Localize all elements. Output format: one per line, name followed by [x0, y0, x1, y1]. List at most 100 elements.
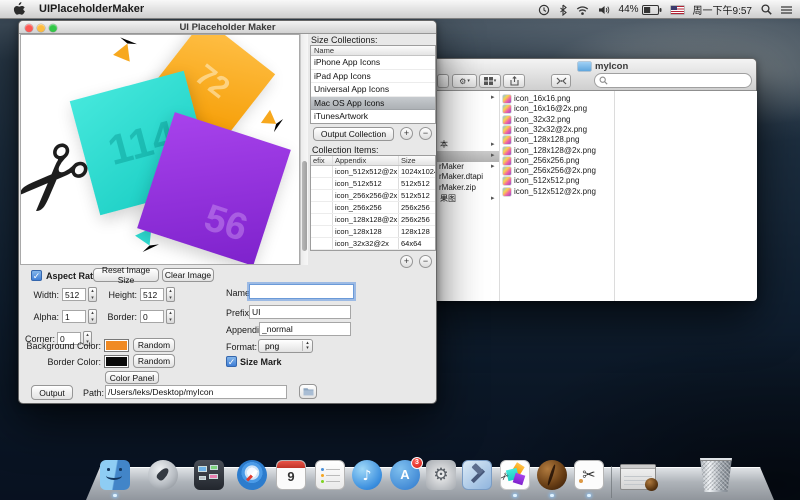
width-field[interactable] [62, 288, 86, 301]
running-indicator [587, 494, 591, 497]
collection-item-row[interactable]: icon_32x32@2x64x64 [311, 238, 435, 250]
file-row[interactable]: icon_512x512.png [502, 176, 614, 186]
action-gear-button[interactable]: ⚙▾ [452, 74, 477, 88]
size-collections-column-header[interactable]: Name [311, 46, 435, 56]
file-row[interactable]: icon_16x16.png [502, 94, 614, 104]
file-row[interactable]: icon_32x32@2x.png [502, 125, 614, 135]
collection-item-row[interactable]: icon_512x512@2x1024x1024 [311, 166, 435, 178]
size-collection-item[interactable]: iPad App Icons [311, 70, 435, 84]
add-collection-button[interactable]: + [400, 127, 413, 140]
background-color-well[interactable] [104, 339, 129, 352]
file-row[interactable]: icon_128x128@2x.png [502, 146, 614, 156]
toolbar-partial-button[interactable] [437, 74, 449, 88]
border-random-button[interactable]: Random [133, 354, 175, 368]
dock-minimized-window[interactable] [620, 464, 656, 490]
spotlight-icon[interactable] [761, 4, 772, 15]
choose-folder-button[interactable] [299, 384, 317, 399]
output-button[interactable]: Output [31, 385, 73, 400]
dock-mission-control-icon[interactable] [194, 460, 224, 490]
prefix-field[interactable] [249, 305, 351, 319]
battery-indicator[interactable]: 44% [619, 4, 662, 15]
menu-clock[interactable]: 周一下午9:57 [693, 2, 752, 17]
dock-trash-icon[interactable] [700, 458, 732, 492]
file-row[interactable]: icon_16x16@2x.png [502, 104, 614, 114]
dock-calendar-icon[interactable]: 9 [276, 460, 306, 490]
input-language-flag-icon[interactable] [671, 6, 684, 14]
minimize-button[interactable] [37, 24, 45, 32]
apple-menu-icon[interactable] [13, 2, 25, 16]
dock-itunes-icon[interactable]: ♪ [352, 460, 382, 490]
remove-item-button[interactable]: − [419, 255, 432, 268]
size-collection-item[interactable]: iPhone App Icons [311, 56, 435, 70]
alpha-stepper[interactable]: ▴▾ [88, 309, 97, 324]
time-machine-icon[interactable] [538, 4, 550, 16]
zoom-button[interactable] [49, 24, 57, 32]
remove-collection-button[interactable]: − [419, 127, 432, 140]
scrollbar-thumb[interactable] [302, 161, 307, 251]
file-row[interactable]: icon_512x512@2x.png [502, 187, 614, 197]
alpha-label: Alpha: [29, 312, 59, 322]
share-button[interactable] [503, 74, 525, 88]
output-collection-button[interactable]: Output Collection [313, 127, 394, 141]
dock-finder-icon[interactable] [100, 460, 130, 490]
format-value: png [259, 341, 279, 351]
dock-launchpad-icon[interactable] [148, 460, 178, 490]
width-stepper[interactable]: ▴▾ [88, 287, 97, 302]
close-button[interactable] [25, 24, 33, 32]
height-field[interactable] [140, 288, 164, 301]
appendix-column-header[interactable]: Appendix [333, 156, 399, 165]
dock-reminders-icon[interactable] [315, 460, 345, 490]
border-color-well[interactable] [104, 355, 129, 368]
file-row[interactable]: icon_256x256.png [502, 156, 614, 166]
preview-scrollbar[interactable] [300, 34, 308, 265]
collection-item-row[interactable]: icon_128x128128x128 [311, 226, 435, 238]
finder-search-field[interactable] [594, 73, 752, 88]
size-collection-item[interactable]: Universal App Icons [311, 83, 435, 97]
collection-item-row[interactable]: icon_256x256@2x512x512 [311, 190, 435, 202]
main-titlebar[interactable]: UI Placeholder Maker [19, 21, 436, 34]
dock-bean-icon[interactable] [537, 460, 567, 490]
view-options-button[interactable]: ▾ [479, 74, 501, 88]
dock-app-store-icon[interactable]: A 3 [390, 460, 420, 490]
prefix-column-header[interactable]: efix [311, 156, 333, 165]
bluetooth-icon[interactable] [559, 4, 567, 16]
collection-item-row[interactable]: icon_256x256256x256 [311, 202, 435, 214]
dock-safari-icon[interactable] [237, 460, 267, 490]
path-field[interactable] [105, 385, 287, 399]
reset-image-size-button[interactable]: Reset Image Size [93, 268, 159, 282]
color-panel-button[interactable]: Color Panel [105, 371, 159, 384]
file-row[interactable]: icon_256x256@2x.png [502, 166, 614, 176]
dock-ui-placeholder-maker-icon[interactable]: ✂ [500, 460, 530, 490]
file-row[interactable]: icon_128x128.png [502, 135, 614, 145]
dock-xcode-icon[interactable] [462, 460, 492, 490]
border-field[interactable] [140, 310, 164, 323]
popup-arrows-icon: ▴▾ [302, 341, 312, 351]
calendar-day: 9 [277, 469, 305, 484]
size-collection-item[interactable]: iTunesArtwork [311, 110, 435, 124]
border-stepper[interactable]: ▴▾ [166, 309, 175, 324]
aspect-ratio-checkbox[interactable]: ✓ [31, 270, 42, 281]
file-row[interactable]: icon_32x32.png [502, 115, 614, 125]
notification-center-icon[interactable] [781, 5, 792, 15]
volume-icon[interactable] [598, 5, 610, 15]
menu-app-name[interactable]: UIPlaceholderMaker [39, 3, 144, 15]
image-preview-area[interactable]: 72 114 56 ✂ [20, 34, 300, 265]
size-column-header[interactable]: Size [399, 156, 435, 165]
size-collection-item-selected[interactable]: Mac OS App Icons [311, 97, 435, 111]
name-field[interactable] [249, 284, 354, 299]
dock-system-preferences-icon[interactable]: ⚙ [426, 460, 456, 490]
dock-scissors-app-icon[interactable]: ✂ [574, 460, 604, 490]
finder-search-input[interactable] [611, 76, 747, 85]
add-item-button[interactable]: + [400, 255, 413, 268]
background-random-button[interactable]: Random [133, 338, 175, 352]
collection-item-row[interactable]: icon_128x128@2x256x256 [311, 214, 435, 226]
height-stepper[interactable]: ▴▾ [166, 287, 175, 302]
format-popup[interactable]: png ▴▾ [258, 339, 313, 353]
wifi-icon[interactable] [576, 5, 589, 15]
collection-item-row[interactable]: icon_512x512512x512 [311, 178, 435, 190]
tags-button[interactable] [551, 74, 571, 88]
size-mark-checkbox[interactable]: ✓ [226, 356, 237, 367]
clear-image-button[interactable]: Clear Image [162, 268, 214, 282]
appendix-field[interactable] [259, 322, 351, 336]
alpha-field[interactable] [62, 310, 86, 323]
